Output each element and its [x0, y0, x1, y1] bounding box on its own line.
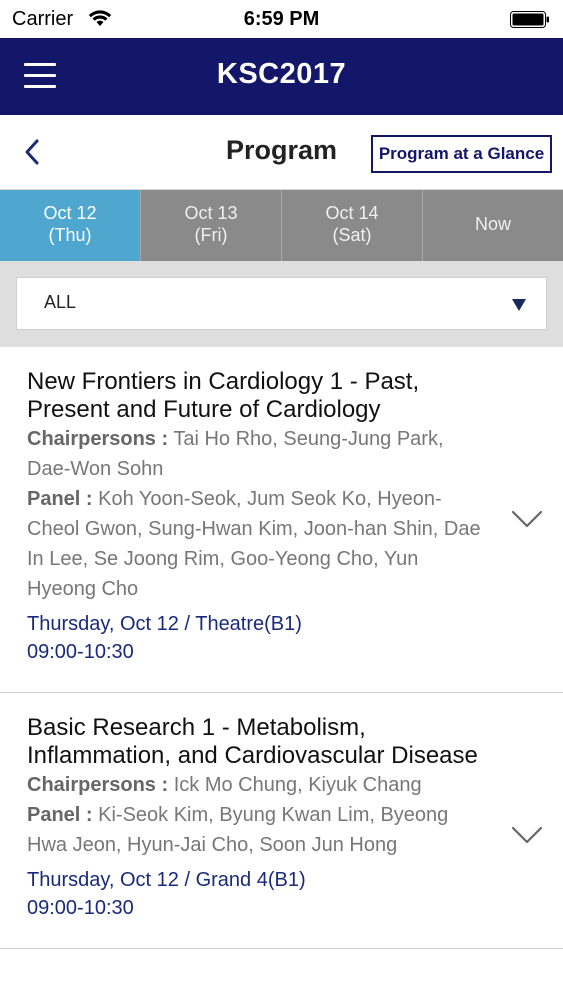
- session-item[interactable]: Basic Research 1 - Metabolism, Inflammat…: [0, 693, 563, 949]
- tab-day: (Sat): [332, 225, 372, 245]
- tab-date: Oct 13: [184, 203, 238, 223]
- category-select[interactable]: ALL: [16, 277, 547, 330]
- tab-day: (Fri): [194, 225, 228, 245]
- app-title: KSC2017: [216, 58, 347, 90]
- chevron-down-icon[interactable]: [511, 509, 543, 529]
- session-chairpersons: Chairpersons : Ick Mo Chung, Kiyuk Chang: [27, 770, 483, 800]
- panel-label: Panel :: [27, 488, 93, 510]
- category-select-value: ALL: [44, 292, 77, 312]
- tab-oct-14[interactable]: Oct 14 (Sat): [282, 190, 423, 261]
- chairpersons-names: Ick Mo Chung, Kiyuk Chang: [168, 774, 422, 796]
- session-panel: Panel : Ki-Seok Kim, Byung Kwan Lim, Bye…: [27, 800, 483, 860]
- filter-bar: ALL: [0, 261, 563, 347]
- tab-date: Oct 14: [325, 203, 379, 223]
- panel-label: Panel :: [27, 804, 93, 826]
- tab-date: Oct 12: [43, 203, 97, 223]
- chevron-left-icon[interactable]: [20, 137, 46, 167]
- session-title: Basic Research 1 - Metabolism, Inflammat…: [27, 714, 478, 769]
- session-chairpersons: Chairpersons : Tai Ho Rho, Seung-Jung Pa…: [27, 424, 483, 484]
- tab-day: (Thu): [48, 225, 92, 245]
- clock: 6:59 PM: [243, 8, 320, 30]
- tab-now[interactable]: Now: [423, 190, 563, 261]
- chevron-down-icon[interactable]: [511, 825, 543, 845]
- tab-oct-12[interactable]: Oct 12 (Thu): [0, 190, 141, 261]
- status-bar: Carrier 6:59 PM: [0, 0, 563, 38]
- dropdown-triangle-icon: [512, 299, 526, 311]
- panel-names: Koh Yoon-Seok, Jum Seok Ko, Hyeon-Cheol …: [27, 488, 481, 600]
- date-tabs: Oct 12 (Thu) Oct 13 (Fri) Oct 14 (Sat) N…: [0, 190, 563, 261]
- program-at-a-glance-button[interactable]: Program at a Glance: [371, 135, 552, 173]
- tab-oct-13[interactable]: Oct 13 (Fri): [141, 190, 282, 261]
- session-item[interactable]: New Frontiers in Cardiology 1 - Past, Pr…: [0, 347, 563, 693]
- page-header: Program Program at a Glance: [0, 115, 563, 190]
- chairpersons-label: Chairpersons :: [27, 774, 169, 796]
- app-bar: KSC2017: [0, 38, 563, 115]
- session-list: New Frontiers in Cardiology 1 - Past, Pr…: [0, 347, 563, 949]
- session-time: 09:00-10:30: [27, 897, 134, 919]
- tab-label: Now: [474, 214, 511, 234]
- chairpersons-label: Chairpersons :: [27, 428, 169, 450]
- session-date-place: Thursday, Oct 12 / Theatre(B1): [27, 613, 302, 635]
- session-date-place: Thursday, Oct 12 / Grand 4(B1): [27, 869, 306, 891]
- session-panel: Panel : Koh Yoon-Seok, Jum Seok Ko, Hyeo…: [27, 484, 483, 604]
- battery-icon: [510, 11, 549, 28]
- session-time: 09:00-10:30: [27, 641, 134, 663]
- session-title: New Frontiers in Cardiology 1 - Past, Pr…: [27, 368, 420, 423]
